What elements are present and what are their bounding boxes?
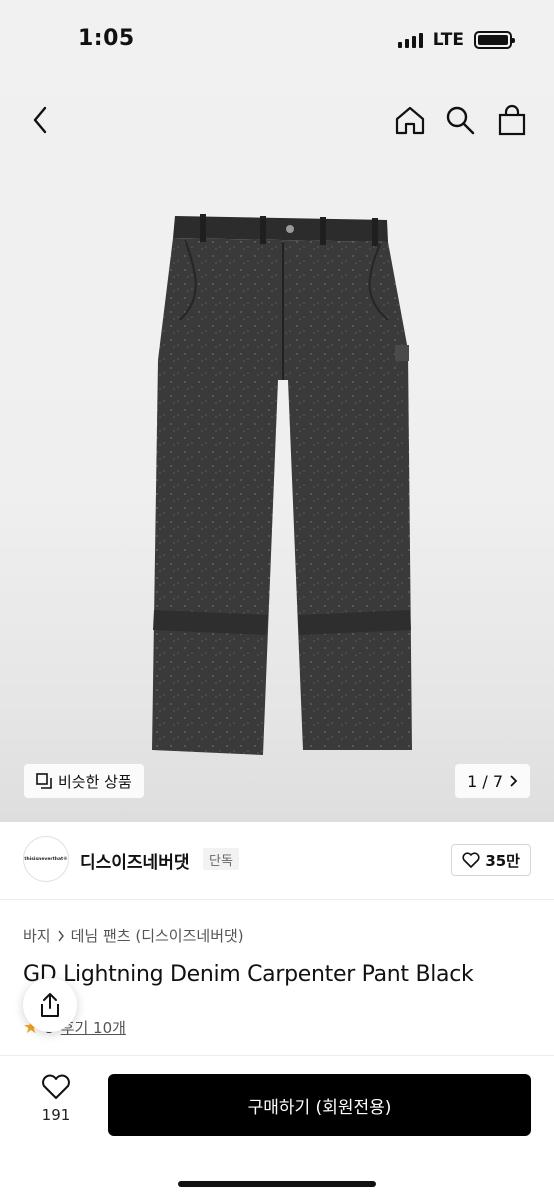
page-indicator[interactable]: 1 / 7	[455, 764, 530, 798]
chevron-right-icon	[58, 930, 64, 941]
brand-like-count: 35만	[485, 851, 520, 870]
copy-icon	[36, 773, 52, 789]
search-icon[interactable]	[442, 102, 478, 138]
similar-products-button[interactable]: 비슷한 상품	[24, 764, 144, 798]
shopping-bag-icon[interactable]	[494, 102, 530, 138]
brand-row: thisisneverthat® 디스이즈네버댓 단독 35만	[0, 822, 554, 900]
heart-icon	[462, 852, 480, 868]
brand-logo-text: thisisneverthat®	[24, 856, 68, 862]
breadcrumb-category[interactable]: 바지	[23, 925, 51, 946]
exclusive-badge: 단독	[203, 848, 239, 870]
back-icon[interactable]	[22, 102, 58, 138]
page-indicator-label: 1 / 7	[467, 771, 503, 791]
product-title: GD Lightning Denim Carpenter Pant Black	[23, 962, 474, 987]
breadcrumb-subcategory[interactable]: 데님 팬츠 (디스이즈네버댓)	[71, 925, 244, 946]
heart-icon	[42, 1074, 70, 1099]
home-icon[interactable]	[392, 102, 428, 138]
signal-icon	[397, 32, 423, 48]
chevron-right-icon	[510, 775, 518, 787]
product-image[interactable]	[140, 210, 425, 762]
brand-like-button[interactable]: 35만	[451, 844, 531, 876]
wishlist-button[interactable]: 191	[20, 1074, 92, 1124]
battery-icon	[474, 31, 515, 49]
share-icon	[41, 993, 59, 1017]
brand-logo[interactable]: thisisneverthat®	[23, 836, 69, 882]
bottom-bar: 191 구매하기 (회원전용)	[0, 1055, 554, 1200]
share-button[interactable]	[23, 978, 77, 1032]
brand-name[interactable]: 디스이즈네버댓	[80, 848, 189, 873]
breadcrumb: 바지 데님 팬츠 (디스이즈네버댓)	[23, 925, 244, 946]
status-bar: 1:05 LTE	[0, 0, 554, 84]
home-indicator	[178, 1181, 376, 1187]
buy-button[interactable]: 구매하기 (회원전용)	[108, 1074, 531, 1136]
similar-products-label: 비슷한 상품	[58, 772, 132, 791]
wishlist-count: 191	[41, 1106, 71, 1124]
network-label: LTE	[432, 30, 464, 50]
status-time: 1:05	[78, 26, 135, 51]
top-nav	[0, 96, 554, 146]
status-indicators: LTE	[397, 30, 515, 50]
